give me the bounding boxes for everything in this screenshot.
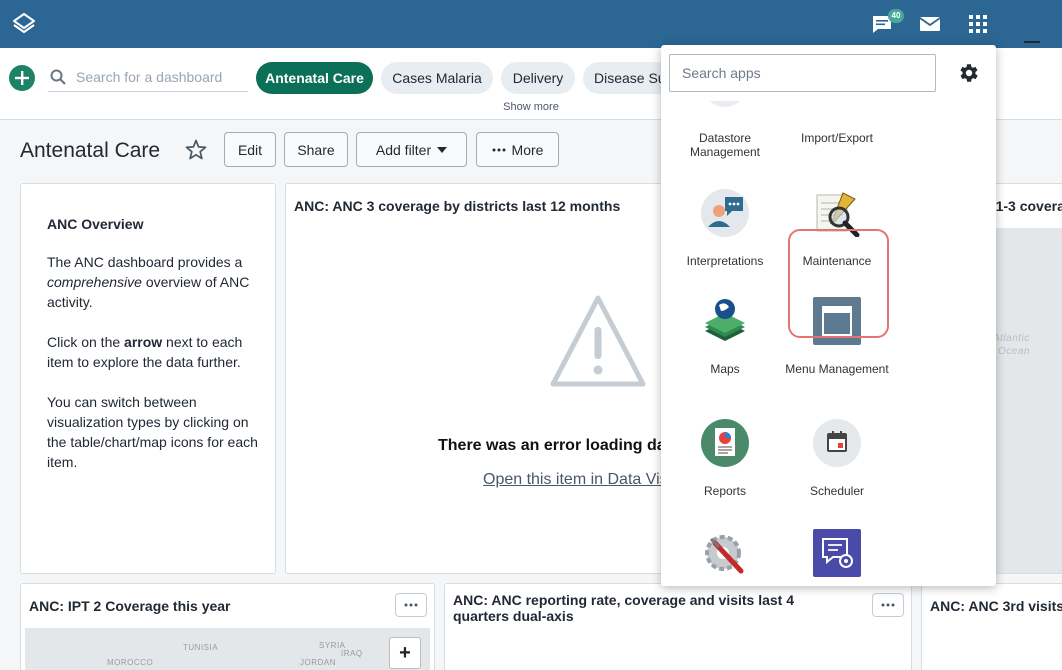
chip-cases-malaria[interactable]: Cases Malaria xyxy=(381,62,493,94)
app-label: Scheduler xyxy=(809,484,865,498)
map-country-label: JORDAN xyxy=(300,658,336,667)
dhis2-logo-icon[interactable] xyxy=(10,10,38,38)
scheduler-icon xyxy=(813,419,861,467)
ellipsis-icon xyxy=(492,148,506,151)
ocean-label: Ocean xyxy=(998,346,1030,357)
add-dashboard-button[interactable] xyxy=(9,65,35,91)
dashboard-title: Antenatal Care xyxy=(20,139,161,162)
overview-text: You can switch between visualization typ… xyxy=(47,394,258,470)
profile-indicator[interactable] xyxy=(1024,41,1040,43)
ipt2-card-title: ANC: IPT 2 Coverage this year xyxy=(29,598,231,614)
map-country-label: TUNISIA xyxy=(183,643,219,652)
gear-icon[interactable] xyxy=(956,61,980,85)
dashboard-search[interactable] xyxy=(48,62,248,92)
overview-text: The ANC dashboard provides a xyxy=(47,254,243,270)
map-country-label: MOROCCO xyxy=(107,658,154,667)
share-button-label: Share xyxy=(297,141,335,158)
app-label: Datastore Management xyxy=(689,131,761,159)
anc3rd-visits-card: ANC: ANC 3rd visits by facility type xyxy=(921,583,1062,670)
map-zoom-in-button[interactable]: + xyxy=(389,637,421,669)
overview-text-card: ANC Overview The ANC dashboard provides … xyxy=(20,183,276,574)
dashboard-search-input[interactable] xyxy=(76,66,246,88)
ellipsis-icon xyxy=(404,603,418,607)
maintenance-highlight-outline xyxy=(788,229,889,338)
app-messaging-settings[interactable] xyxy=(781,529,893,586)
top-header: 40 xyxy=(0,0,1062,48)
caret-down-icon xyxy=(437,146,448,153)
app-label: Menu Management xyxy=(785,362,889,376)
anc3-card-title: ANC: ANC 3 coverage by districts last 12… xyxy=(294,198,621,214)
app-scheduler[interactable]: Scheduler xyxy=(781,419,893,509)
ipt2-card-menu-button[interactable] xyxy=(395,593,427,617)
overview-card-title: ANC Overview xyxy=(47,216,144,232)
ocean-label: Atlantic xyxy=(993,333,1030,344)
edit-button[interactable]: Edit xyxy=(224,132,276,167)
reports-icon xyxy=(701,419,749,467)
app-reports[interactable]: Reports xyxy=(669,419,781,509)
apps-search[interactable] xyxy=(669,54,936,92)
add-filter-button[interactable]: Add filter xyxy=(356,132,467,167)
overview-text-emphasis: comprehensive xyxy=(47,274,142,290)
overview-text-strong: arrow xyxy=(124,334,163,350)
app-settings-tools[interactable] xyxy=(669,529,781,586)
ipt2-map-area[interactable] xyxy=(25,628,430,670)
interpretations-icon xyxy=(701,189,749,237)
reporting-rate-card: ANC: ANC reporting rate, coverage and vi… xyxy=(444,583,912,670)
show-more-link[interactable]: Show more xyxy=(490,101,572,113)
plus-icon xyxy=(15,71,29,85)
ipt2-coverage-card: ANC: IPT 2 Coverage this year TUNISIA SY… xyxy=(20,583,435,670)
maps-icon xyxy=(701,297,749,345)
app-interpretations[interactable]: Interpretations xyxy=(669,189,781,279)
interpretations-mail-button[interactable] xyxy=(916,10,944,38)
share-button[interactable]: Share xyxy=(284,132,348,167)
apps-menu-button[interactable] xyxy=(964,10,992,38)
app-label: Reports xyxy=(703,484,747,498)
reporting-card-menu-button[interactable] xyxy=(872,593,904,617)
mail-icon xyxy=(919,17,941,31)
map-country-label: IRAQ xyxy=(341,649,363,658)
apps-search-input[interactable] xyxy=(670,55,935,91)
ellipsis-icon xyxy=(881,603,895,607)
apps-grid-icon xyxy=(969,15,987,33)
apps-menu-dropdown: Datastore Management Import/Export Inter… xyxy=(661,45,996,586)
anc3rd-card-title: ANC: ANC 3rd visits by facility type xyxy=(930,598,1062,614)
settings-tools-icon xyxy=(701,529,749,577)
edit-button-label: Edit xyxy=(237,141,263,158)
search-icon xyxy=(50,69,66,85)
import-export-icon xyxy=(813,101,861,121)
app-import-export[interactable]: Import/Export xyxy=(781,101,893,161)
more-button[interactable]: More xyxy=(476,132,559,167)
reporting-card-title: ANC: ANC reporting rate, coverage and vi… xyxy=(453,592,795,624)
app-datastore-management[interactable]: Datastore Management xyxy=(669,101,781,161)
warning-icon xyxy=(550,295,646,387)
datastore-icon xyxy=(701,101,749,109)
messages-count-badge: 40 xyxy=(888,9,904,23)
overview-text: Click on the xyxy=(47,334,125,350)
chip-delivery[interactable]: Delivery xyxy=(501,62,575,94)
messaging-settings-icon xyxy=(813,529,861,577)
app-label: Interpretations xyxy=(686,254,764,268)
add-filter-label: Add filter xyxy=(375,141,432,158)
more-button-label: More xyxy=(511,141,544,158)
app-label: Import/Export xyxy=(800,131,874,145)
overview-text-body: The ANC dashboard provides a comprehensi… xyxy=(47,252,262,492)
app-maps[interactable]: Maps xyxy=(669,297,781,387)
star-icon[interactable] xyxy=(184,138,208,162)
app-label: Maps xyxy=(710,362,740,376)
chip-antenatal-care[interactable]: Antenatal Care xyxy=(256,62,373,94)
apps-grid: Datastore Management Import/Export Inter… xyxy=(661,101,996,586)
